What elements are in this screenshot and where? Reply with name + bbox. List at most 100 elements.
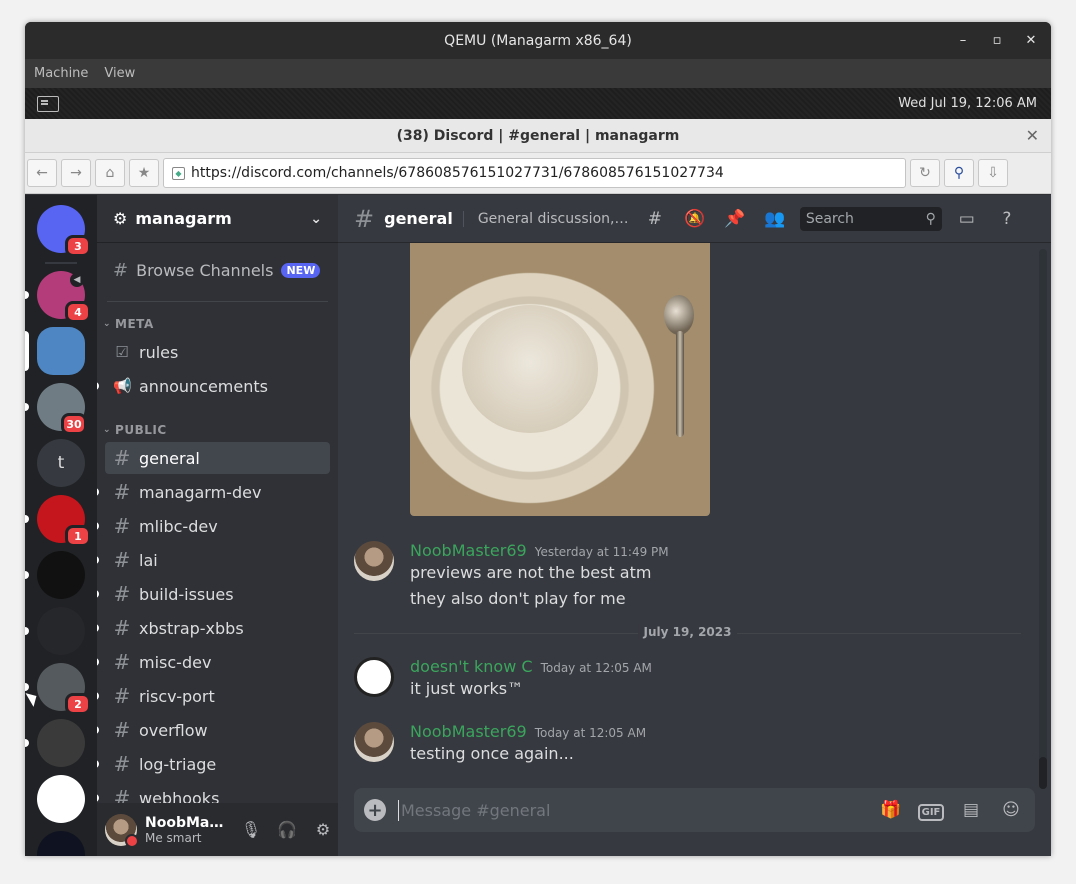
mute-mic-icon[interactable]: 🎙	[237, 820, 265, 839]
search-icon[interactable]: ⚲	[944, 159, 974, 187]
channel-rules[interactable]: ☑ rules	[105, 336, 330, 368]
unread-pill	[25, 403, 29, 411]
server-icon[interactable]	[37, 327, 85, 375]
server-header[interactable]: ⚙ managarm ⌄	[97, 195, 338, 243]
chevron-down-icon: ⌄	[310, 210, 322, 227]
terminal-icon[interactable]	[37, 95, 59, 112]
channel-announcements[interactable]: 📢 announcements	[97, 370, 330, 402]
avatar[interactable]	[354, 722, 394, 762]
server-icon[interactable]: t	[37, 439, 85, 487]
notification-bell-muted-icon[interactable]: 🔕	[680, 209, 710, 229]
reload-icon[interactable]: ↻	[910, 159, 940, 187]
emoji-icon[interactable]: ☺	[997, 800, 1025, 820]
channel-name: managarm-dev	[139, 482, 262, 502]
unread-pill	[25, 627, 29, 635]
message-list: NoobMaster69 Yesterday at 11:49 PM previ…	[338, 243, 1051, 789]
server-list-divider	[45, 262, 77, 264]
channel-build-issues[interactable]: # build-issues	[97, 578, 330, 610]
browse-channels-label: Browse Channels	[136, 260, 274, 280]
channel-topic[interactable]: General discussion, help	[462, 210, 630, 227]
home-icon[interactable]: ⌂	[95, 159, 125, 187]
channel-name: rules	[139, 342, 179, 362]
avatar[interactable]	[354, 541, 394, 581]
server-icon[interactable]	[37, 719, 85, 767]
message-input[interactable]	[398, 799, 865, 821]
gif-icon[interactable]: GIF	[917, 800, 945, 821]
hashtag-icon: #	[113, 548, 131, 572]
menu-view[interactable]: View	[104, 66, 135, 81]
settings-gear-icon[interactable]: ⚙	[309, 820, 337, 839]
server-icon[interactable]	[37, 551, 85, 599]
avatar[interactable]	[354, 657, 394, 697]
message-composer: + 🎁 GIF ▤ ☺	[354, 788, 1035, 832]
timestamp: Yesterday at 11:49 PM	[534, 545, 669, 559]
hashtag-icon: #	[113, 582, 131, 606]
author-name[interactable]: doesn't know C	[410, 657, 533, 676]
bookmark-icon[interactable]: ★	[129, 159, 159, 187]
unread-pill	[97, 794, 99, 802]
guest-topbar: Wed Jul 19, 12:06 AM	[25, 88, 1051, 119]
scrollbar[interactable]	[1039, 249, 1047, 789]
unread-pill	[25, 739, 29, 747]
author-name[interactable]: NoobMaster69	[410, 541, 527, 560]
channel-overflow[interactable]: # overflow	[97, 714, 330, 746]
add-attachment-icon[interactable]: +	[364, 799, 386, 821]
server-icon[interactable]	[37, 775, 85, 823]
chat-area: # general General discussion, help # 🔕 📌…	[338, 195, 1051, 856]
gift-icon[interactable]: 🎁	[877, 800, 905, 820]
channel-sidebar: ⚙ managarm ⌄ # Browse Channels NEW ⌄ MET…	[97, 195, 338, 856]
server-icon[interactable]	[37, 607, 85, 655]
category-public[interactable]: ⌄ PUBLIC	[103, 420, 338, 440]
url-text: https://discord.com/channels/67860857615…	[191, 165, 724, 181]
minimize-icon[interactable]: –	[953, 33, 973, 48]
message-body: NoobMaster69 Today at 12:05 AM testing o…	[410, 722, 1035, 767]
forward-icon[interactable]: →	[61, 159, 91, 187]
unread-pill	[97, 590, 99, 598]
message-header: doesn't know C Today at 12:05 AM	[410, 657, 1035, 676]
pin-icon[interactable]: 📌	[720, 209, 750, 229]
download-icon[interactable]: ⇩	[978, 159, 1008, 187]
channel-misc-dev[interactable]: # misc-dev	[97, 646, 330, 678]
message-text: they also don't play for me	[410, 589, 626, 608]
channel-riscv-port[interactable]: # riscv-port	[97, 680, 330, 712]
channel-mlibc-dev[interactable]: # mlibc-dev	[97, 510, 330, 542]
category-meta[interactable]: ⌄ META	[103, 314, 338, 334]
help-icon[interactable]: ?	[992, 209, 1022, 229]
scrollbar-thumb[interactable]	[1039, 757, 1047, 789]
channel-log-triage[interactable]: # log-triage	[97, 748, 330, 780]
search-input[interactable]: Search ⚲	[799, 206, 942, 231]
channel-title: general	[384, 209, 453, 228]
sticker-icon[interactable]: ▤	[957, 800, 985, 820]
menu-machine[interactable]: Machine	[34, 66, 88, 81]
author-name[interactable]: NoobMaster69	[410, 722, 527, 741]
category-label: META	[115, 317, 154, 331]
members-icon[interactable]: 👥	[760, 209, 790, 229]
browse-icon: #	[113, 259, 129, 281]
back-icon[interactable]: ←	[27, 159, 57, 187]
hashtag-icon: #	[113, 480, 131, 504]
qemu-titlebar: QEMU (Managarm x86_64) – ▫ ✕	[25, 22, 1051, 59]
browse-channels[interactable]: # Browse Channels NEW	[105, 253, 330, 287]
message-header: NoobMaster69 Yesterday at 11:49 PM	[410, 541, 1035, 560]
image-attachment[interactable]	[410, 243, 710, 516]
inbox-icon[interactable]: ▭	[952, 209, 982, 229]
maximize-icon[interactable]: ▫	[987, 33, 1007, 48]
spoon-image	[664, 295, 694, 335]
close-icon[interactable]: ✕	[1026, 126, 1039, 145]
hashtag-icon: #	[113, 718, 131, 742]
qemu-window: QEMU (Managarm x86_64) – ▫ ✕ Machine Vie…	[25, 22, 1051, 856]
threads-icon[interactable]: #	[640, 209, 670, 229]
username: NoobMaster69	[145, 814, 229, 831]
server-icon[interactable]	[37, 831, 85, 856]
channel-managarm-dev[interactable]: # managarm-dev	[97, 476, 330, 508]
deafen-icon[interactable]: 🎧	[273, 820, 301, 839]
avatar[interactable]	[105, 813, 139, 848]
channel-name: announcements	[139, 376, 268, 396]
url-bar[interactable]: ◆ https://discord.com/channels/678608576…	[163, 158, 906, 188]
close-icon[interactable]: ✕	[1021, 33, 1041, 48]
channel-general[interactable]: # general	[105, 442, 330, 474]
user-info[interactable]: NoobMaster69 Me smart	[145, 815, 229, 845]
channel-lai[interactable]: # lai	[97, 544, 330, 576]
channel-name: misc-dev	[139, 652, 212, 672]
channel-xbstrap-xbbs[interactable]: # xbstrap-xbbs	[97, 612, 330, 644]
